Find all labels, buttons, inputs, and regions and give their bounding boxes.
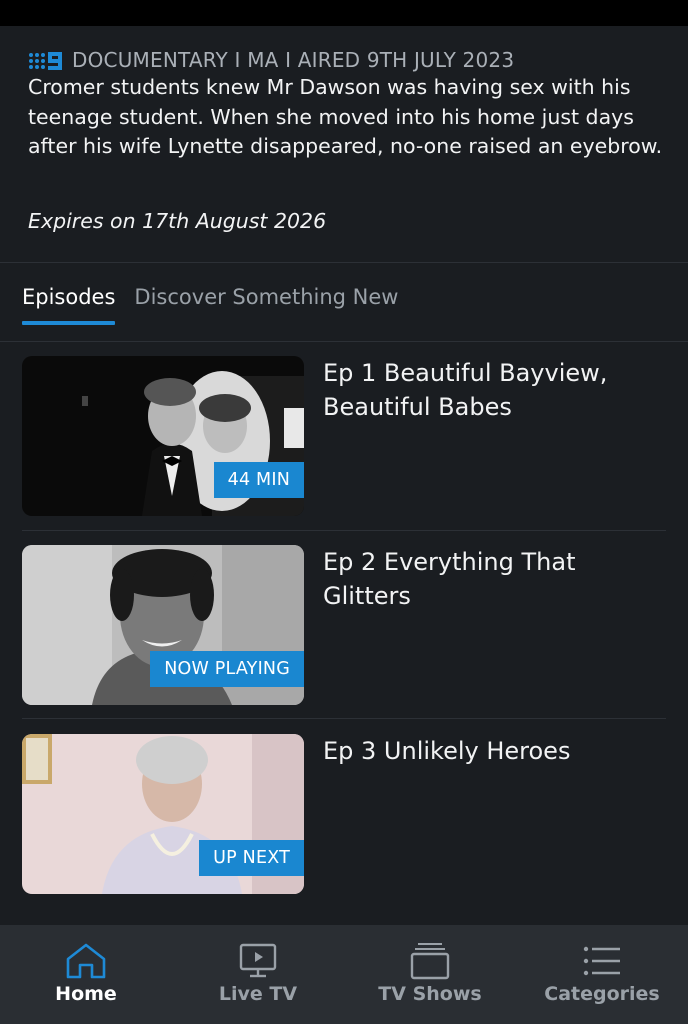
- episode-title[interactable]: Ep 3 Unlikely Heroes: [323, 734, 663, 768]
- divider: [22, 530, 666, 531]
- tab-label: Discover Something New: [134, 285, 399, 309]
- channel-9-logo-icon: [29, 51, 62, 70]
- divider: [22, 718, 666, 719]
- episode-item-1[interactable]: 44 MIN Ep 1 Beautiful Bayview, Beautiful…: [22, 356, 666, 516]
- nav-item-home[interactable]: Home: [0, 925, 172, 1024]
- meta-text: DOCUMENTARY I MA I AIRED 9TH JULY 2023: [72, 48, 515, 72]
- divider: [0, 262, 688, 263]
- tab-label: Episodes: [22, 285, 116, 309]
- tv-shows-icon: [410, 943, 450, 980]
- nav-label: Home: [55, 983, 117, 1005]
- nav-label: Live TV: [218, 983, 298, 1005]
- categories-icon: [583, 946, 620, 976]
- episode-thumbnail[interactable]: UP NEXT: [22, 734, 304, 894]
- bottom-navigation: Home Live TV TV Shows Categories: [0, 925, 688, 1024]
- episode-item-3[interactable]: UP NEXT Ep 3 Unlikely Heroes: [22, 734, 666, 894]
- up-next-badge: UP NEXT: [199, 840, 304, 876]
- duration-badge: 44 MIN: [213, 462, 304, 498]
- episode-thumbnail[interactable]: NOW PLAYING: [22, 545, 304, 705]
- active-tab-indicator: [22, 321, 116, 325]
- tab-discover-something-new[interactable]: Discover Something New: [134, 282, 398, 330]
- show-description: Cromer students knew Mr Dawson was havin…: [28, 75, 663, 158]
- nav-item-tv-shows[interactable]: TV Shows: [344, 925, 516, 1024]
- now-playing-badge: NOW PLAYING: [150, 651, 304, 687]
- nav-label: TV Shows: [378, 983, 482, 1005]
- divider: [0, 341, 688, 342]
- status-bar: [0, 0, 688, 26]
- live-tv-icon: [239, 943, 277, 978]
- nav-item-live-tv[interactable]: Live TV: [172, 925, 344, 1024]
- nav-item-categories[interactable]: Categories: [516, 925, 688, 1024]
- nav-label: Categories: [544, 983, 660, 1005]
- episode-item-2[interactable]: NOW PLAYING Ep 2 Everything That Glitter…: [22, 545, 666, 705]
- episode-title[interactable]: Ep 2 Everything That Glitters: [323, 545, 663, 613]
- tab-bar: Episodes Discover Something New: [22, 282, 398, 330]
- home-icon: [66, 943, 106, 979]
- episode-title[interactable]: Ep 1 Beautiful Bayview, Beautiful Babes: [323, 356, 663, 424]
- episode-thumbnail[interactable]: 44 MIN: [22, 356, 304, 516]
- tab-episodes[interactable]: Episodes: [22, 282, 116, 330]
- expiry-text: Expires on 17th August 2026: [28, 209, 327, 233]
- show-meta: DOCUMENTARY I MA I AIRED 9TH JULY 2023: [28, 46, 668, 75]
